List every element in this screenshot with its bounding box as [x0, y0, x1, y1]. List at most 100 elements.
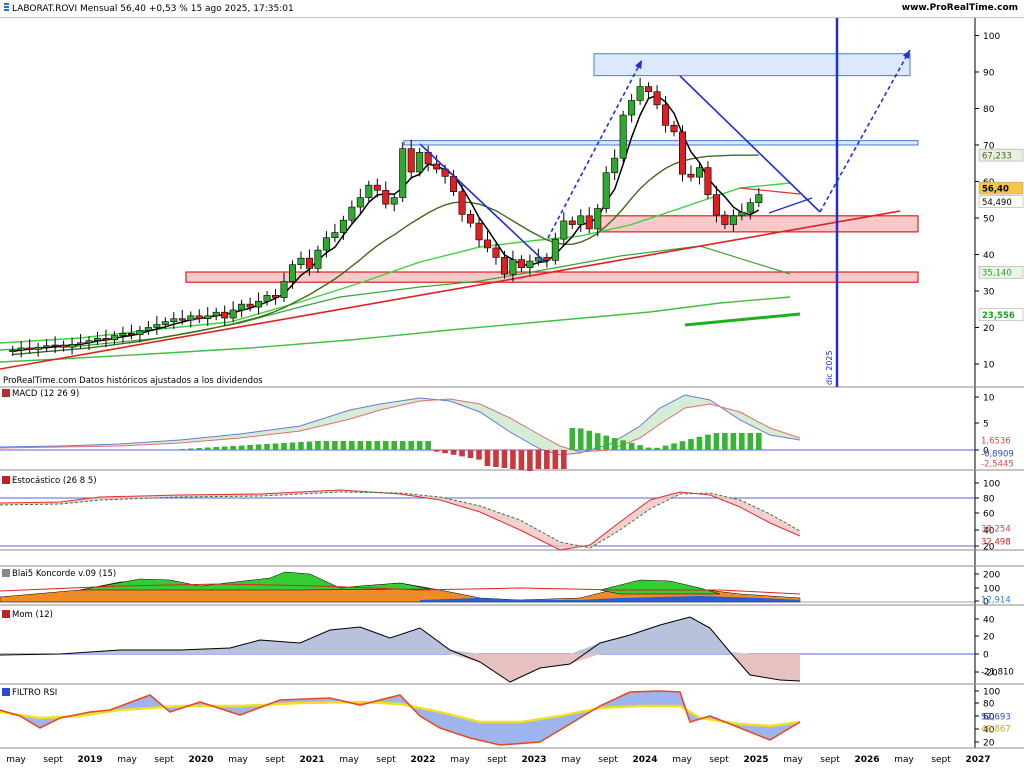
candle-body: [272, 295, 280, 298]
macd-histogram-bar: [747, 433, 754, 450]
candle-body: [153, 324, 161, 328]
macd-histogram-bar: [467, 450, 474, 458]
stoch-badge: 38,254: [981, 525, 1011, 535]
date-line-label: dic 2025: [825, 350, 834, 385]
candle-body: [704, 167, 712, 195]
macd-pane-title[interactable]: MACD (12 26 9): [2, 389, 79, 399]
macd-histogram-bar: [238, 445, 245, 450]
stoch-icon: [2, 476, 10, 484]
candle-body: [43, 345, 51, 348]
stoch-badge: 32,498: [981, 538, 1011, 548]
time-axis-label: may: [228, 755, 248, 765]
time-axis-label: may: [894, 755, 914, 765]
macd-histogram-bar: [493, 450, 499, 467]
time-axis-label: sept: [709, 755, 729, 765]
price-tick-label: 50: [983, 215, 995, 225]
mom-tick-label: 40: [983, 616, 995, 626]
macd-histogram-bar: [628, 442, 635, 450]
macd-histogram-bar: [510, 450, 516, 469]
macd-histogram-bar: [450, 450, 457, 455]
candle-body: [94, 338, 102, 341]
candle-body: [34, 346, 42, 350]
time-axis-label: may: [672, 755, 692, 765]
support-zone-upper: [599, 215, 919, 233]
macd-histogram-bar: [722, 433, 728, 450]
candle-body: [407, 148, 415, 173]
candle-body: [645, 86, 653, 93]
macd-histogram-bar: [518, 450, 525, 470]
price-badge-label: 54,490: [982, 198, 1012, 208]
macd-histogram-bar: [561, 450, 567, 469]
mom-pane-title[interactable]: Mom (12): [2, 610, 53, 620]
candle-body: [653, 91, 661, 106]
price-tick-label: 90: [983, 69, 995, 79]
macd-histogram-bar: [442, 450, 448, 454]
candle-body: [221, 311, 229, 319]
macd-histogram-bar: [255, 444, 262, 450]
macd-histogram-bar: [476, 450, 482, 460]
time-axis-label: may: [783, 755, 803, 765]
mom-badge: -21,810: [981, 668, 1014, 678]
candle-body: [280, 281, 288, 298]
candle-body: [721, 214, 729, 225]
macd-histogram-bar: [594, 433, 601, 450]
macd-histogram-bar: [433, 450, 440, 452]
stoch-pane-title[interactable]: Estocástico (26 8 5): [2, 476, 97, 486]
candle-body: [662, 104, 670, 126]
candle-body: [433, 163, 441, 170]
macd-histogram-bar: [264, 444, 270, 450]
candle-body: [568, 220, 576, 225]
macd-histogram-bar: [382, 441, 389, 450]
candle-body: [77, 342, 85, 345]
macd-histogram-bar: [315, 441, 321, 450]
price-badge-label: 56,40: [982, 185, 1009, 195]
blai5-pane-title[interactable]: Blai5 Koncorde v.09 (15): [2, 569, 116, 579]
candle-body: [365, 184, 373, 198]
price-tick-label: 10: [983, 361, 995, 371]
candle-body: [60, 344, 68, 348]
macd-histogram-bar: [340, 441, 347, 450]
time-axis-label: may: [450, 755, 470, 765]
macd-histogram-bar: [569, 428, 576, 450]
macd-histogram-bar: [289, 442, 296, 450]
candle-body: [255, 300, 263, 308]
candle-body: [246, 303, 254, 308]
macd-histogram-bar: [654, 447, 660, 450]
candle-body: [746, 202, 754, 213]
time-axis-label: sept: [931, 755, 951, 765]
candle-body: [212, 311, 220, 317]
macd-histogram-bar: [298, 442, 304, 450]
time-axis-label: 2021: [299, 755, 324, 765]
candle-body: [238, 303, 246, 311]
time-axis-label: may: [6, 755, 26, 765]
candle-body: [51, 344, 59, 347]
chart-window: LABORAT.ROVI Mensual 56,40 +0,53 % 15 ag…: [0, 0, 1024, 768]
candle-body: [619, 114, 627, 159]
candle-body: [517, 259, 525, 268]
macd-histogram-bar: [730, 433, 737, 450]
rsi-badge: 52,693: [981, 713, 1011, 723]
macd-histogram-bar: [459, 450, 465, 457]
candle-body: [695, 167, 703, 178]
time-axis-label: sept: [43, 755, 63, 765]
candle-body: [373, 184, 381, 191]
blai5-tick-label: 100: [983, 585, 1000, 595]
macd-histogram-bar: [171, 449, 177, 450]
rsi-pane-title[interactable]: FILTRO RSI: [2, 688, 57, 698]
candle-body: [161, 321, 169, 325]
candle-body: [509, 259, 517, 275]
candle-body: [670, 124, 678, 133]
candle-body: [551, 238, 559, 261]
candle-body: [339, 219, 347, 233]
candle-body: [263, 295, 271, 302]
macd-icon: [2, 389, 10, 397]
price-tick-label: 20: [983, 324, 995, 334]
candle-body: [628, 100, 636, 116]
candle-body: [611, 157, 619, 174]
macd-histogram-bar: [501, 450, 508, 468]
candle-body: [119, 333, 127, 336]
macd-histogram-bar: [425, 441, 431, 450]
macd-histogram-bar: [416, 441, 423, 450]
macd-histogram-bar: [577, 428, 584, 450]
macd-histogram-bar: [756, 433, 762, 450]
